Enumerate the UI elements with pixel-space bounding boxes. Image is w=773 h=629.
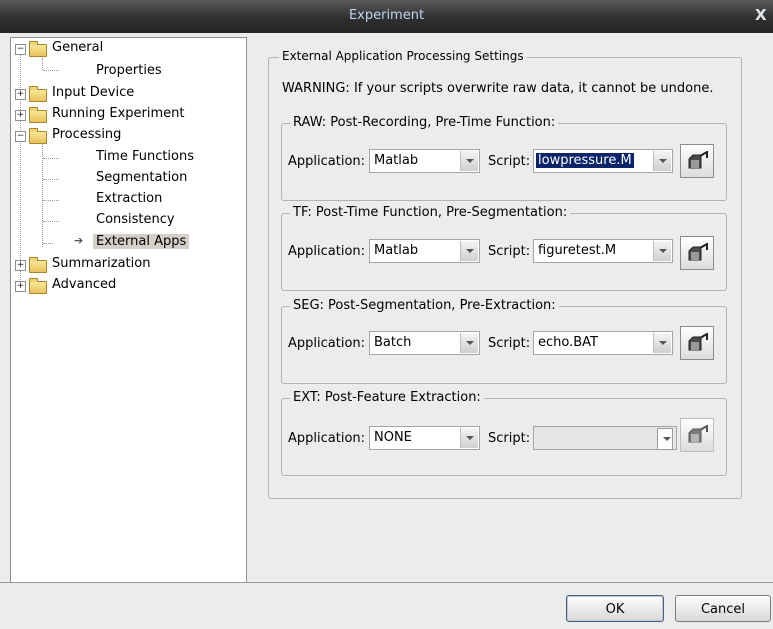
chevron-down-icon[interactable] bbox=[653, 333, 671, 353]
tree-general-line bbox=[42, 58, 43, 70]
seg-application-value: Batch bbox=[374, 335, 412, 350]
selected-arrow-icon: ➔ bbox=[74, 234, 84, 247]
raw-script-value-wrap: lowpressure.M bbox=[536, 153, 634, 168]
tf-application-select[interactable]: Matlab bbox=[369, 239, 480, 263]
raw-section-title: RAW: Post-Recording, Pre-Time Function: bbox=[290, 115, 559, 130]
seg-script-label: Script: bbox=[488, 336, 531, 351]
tree-item-general[interactable]: General bbox=[52, 38, 103, 58]
tree-branch bbox=[43, 243, 53, 244]
ext-open-script-button bbox=[680, 418, 714, 452]
tree-item-extraction[interactable]: Extraction bbox=[96, 189, 162, 209]
title-bar: Experiment X bbox=[0, 0, 773, 33]
tf-script-label: Script: bbox=[488, 244, 531, 259]
close-button[interactable]: X bbox=[755, 6, 773, 24]
raw-open-script-button[interactable] bbox=[680, 144, 714, 178]
tree-item-time-functions[interactable]: Time Functions bbox=[96, 147, 194, 167]
ext-section-title: EXT: Post-Feature Extraction: bbox=[290, 390, 484, 405]
open-folder-icon bbox=[688, 333, 708, 351]
ext-application-select[interactable]: NONE bbox=[369, 426, 480, 450]
tree-branch bbox=[43, 70, 59, 71]
tf-script-select[interactable]: figuretest.M bbox=[533, 239, 673, 263]
tree-item-running-experiment[interactable]: Running Experiment bbox=[52, 104, 185, 124]
folder-open-icon bbox=[29, 128, 47, 144]
expand-input-device-toggle[interactable]: + bbox=[15, 89, 26, 100]
ext-application-label: Application: bbox=[288, 431, 366, 446]
seg-script-select[interactable]: echo.BAT bbox=[533, 331, 673, 355]
folder-icon bbox=[29, 86, 47, 102]
chevron-down-icon[interactable] bbox=[460, 333, 478, 353]
collapse-general-toggle[interactable]: − bbox=[15, 44, 26, 55]
tf-open-script-button[interactable] bbox=[680, 236, 714, 270]
tf-application-value: Matlab bbox=[374, 243, 419, 258]
group-title: External Application Processing Settings bbox=[279, 49, 527, 63]
seg-application-label: Application: bbox=[288, 336, 366, 351]
tree-item-advanced[interactable]: Advanced bbox=[52, 275, 116, 295]
tree-branch bbox=[43, 158, 59, 159]
chevron-down-icon[interactable] bbox=[460, 241, 478, 261]
tree-branch bbox=[43, 179, 59, 180]
chevron-down-icon[interactable] bbox=[460, 428, 478, 448]
open-folder-icon bbox=[688, 425, 708, 443]
seg-open-script-button[interactable] bbox=[680, 326, 714, 360]
raw-application-value: Matlab bbox=[374, 153, 419, 168]
expand-summarization-toggle[interactable]: + bbox=[15, 260, 26, 271]
ext-script-select bbox=[533, 426, 677, 450]
tree-item-processing[interactable]: Processing bbox=[52, 125, 121, 145]
expand-running-experiment-toggle[interactable]: + bbox=[15, 110, 26, 121]
open-folder-icon bbox=[688, 151, 708, 169]
warning-text: WARNING: If your scripts overwrite raw d… bbox=[282, 81, 714, 96]
folder-icon bbox=[29, 257, 47, 273]
cancel-button[interactable]: Cancel bbox=[675, 595, 771, 622]
button-bar: OK Cancel bbox=[0, 583, 773, 629]
folder-open-icon bbox=[29, 41, 47, 57]
expand-advanced-toggle[interactable]: + bbox=[15, 281, 26, 292]
chevron-down-icon[interactable] bbox=[460, 151, 478, 171]
raw-application-select[interactable]: Matlab bbox=[369, 149, 480, 173]
seg-application-select[interactable]: Batch bbox=[369, 331, 480, 355]
tree-branch bbox=[43, 200, 59, 201]
folder-icon bbox=[29, 107, 47, 123]
tree-item-external-apps-label: External Apps bbox=[93, 234, 190, 249]
seg-script-value: echo.BAT bbox=[538, 335, 598, 350]
open-folder-icon bbox=[688, 243, 708, 261]
window-title: Experiment bbox=[348, 8, 425, 23]
folder-icon bbox=[29, 278, 47, 294]
settings-tree[interactable]: − General Properties + Input Device + Ru… bbox=[10, 37, 247, 583]
tree-item-external-apps[interactable]: External Apps bbox=[93, 232, 190, 252]
chevron-down-icon bbox=[657, 428, 673, 450]
tree-item-properties[interactable]: Properties bbox=[96, 61, 162, 81]
raw-script-select[interactable]: lowpressure.M bbox=[533, 149, 673, 173]
tree-item-input-device[interactable]: Input Device bbox=[52, 83, 134, 103]
tree-item-summarization[interactable]: Summarization bbox=[52, 254, 150, 274]
ok-button[interactable]: OK bbox=[566, 595, 664, 622]
raw-script-value: lowpressure.M bbox=[536, 153, 634, 168]
raw-script-label: Script: bbox=[488, 154, 531, 169]
raw-application-label: Application: bbox=[288, 154, 366, 169]
ext-script-label: Script: bbox=[488, 431, 531, 446]
tree-item-segmentation[interactable]: Segmentation bbox=[96, 168, 187, 188]
collapse-processing-toggle[interactable]: − bbox=[15, 131, 26, 142]
seg-section-title: SEG: Post-Segmentation, Pre-Extraction: bbox=[290, 298, 559, 313]
chevron-down-icon[interactable] bbox=[653, 241, 671, 261]
tf-script-value: figuretest.M bbox=[538, 243, 617, 258]
ext-application-value: NONE bbox=[374, 430, 412, 445]
tf-section-title: TF: Post-Time Function, Pre-Segmentation… bbox=[290, 205, 571, 220]
tree-item-consistency[interactable]: Consistency bbox=[96, 210, 175, 230]
tree-root-line bbox=[20, 52, 21, 288]
chevron-down-icon[interactable] bbox=[653, 151, 671, 171]
tf-application-label: Application: bbox=[288, 244, 366, 259]
tree-branch bbox=[43, 221, 59, 222]
